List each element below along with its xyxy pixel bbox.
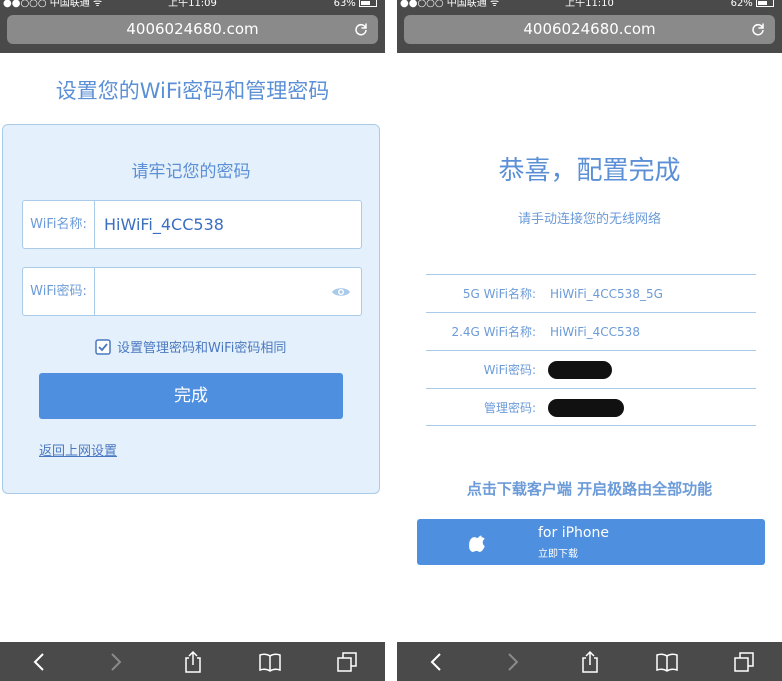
back-icon[interactable] (27, 650, 51, 674)
clock: 上午11:10 (565, 0, 614, 9)
same-password-option[interactable]: 设置管理密码和WiFi密码相同 (95, 337, 286, 356)
password-card: 请牢记您的密码 WiFi名称: HiWiFi_4CC538 WiFi密码: 设置… (2, 124, 380, 494)
battery-percent: 62% (730, 0, 753, 9)
wifi-name-label: WiFi名称: (23, 201, 95, 248)
download-iphone-button[interactable]: for iPhone 立即下载 (417, 519, 765, 565)
wifi-name-field[interactable]: WiFi名称: HiWiFi_4CC538 (22, 200, 362, 249)
redaction-mark (548, 361, 612, 379)
battery-icon (756, 0, 774, 7)
tabs-icon[interactable] (335, 650, 359, 674)
download-promo-text: 点击下载客户端 开启极路由全部功能 (466, 480, 713, 498)
clock: 上午11:09 (168, 0, 217, 9)
browser-toolbar (397, 642, 782, 681)
divider (385, 0, 397, 681)
address-bar[interactable]: 4006024680.com (7, 15, 378, 44)
back-to-network-settings-link[interactable]: 返回上网设置 (39, 440, 117, 459)
iphone-button-sublabel: 立即下载 (538, 549, 578, 560)
redaction-mark (548, 399, 624, 417)
battery-percent: 63% (333, 0, 356, 9)
apple-icon (469, 531, 487, 553)
url-text: 4006024680.com (523, 20, 656, 38)
reload-icon[interactable] (354, 15, 368, 46)
page-title: 设置您的WiFi密码和管理密码 (55, 79, 330, 103)
browser-toolbar (0, 642, 385, 681)
table-row: 管理密码: (426, 388, 756, 426)
bookmarks-icon[interactable] (258, 650, 282, 674)
forward-icon[interactable] (104, 650, 128, 674)
share-icon[interactable] (181, 650, 205, 674)
row-value: HiWiFi_4CC538_5G (550, 287, 663, 301)
browser-top-bar: ●●○○○ 中国联通 ᯤ 上午11:10 62% 4006024680.com (397, 0, 782, 53)
iphone-button-label: for iPhone (538, 525, 609, 541)
battery-indicator: 63% (334, 0, 377, 9)
table-row: 5G WiFi名称: HiWiFi_4CC538_5G (426, 274, 756, 312)
share-icon[interactable] (578, 650, 602, 674)
status-bar: ●●○○○ 中国联通 ᯤ 上午11:09 63% (0, 0, 385, 12)
bookmarks-icon[interactable] (655, 650, 679, 674)
tabs-icon[interactable] (732, 650, 756, 674)
card-title: 请牢记您的密码 (131, 162, 251, 182)
forward-icon[interactable] (501, 650, 525, 674)
eye-icon[interactable] (331, 283, 351, 301)
success-subtitle: 请手动连接您的无线网络 (517, 212, 661, 227)
done-button[interactable]: 完成 (39, 373, 343, 419)
row-value: HiWiFi_4CC538 (550, 325, 640, 339)
checkbox-label: 设置管理密码和WiFi密码相同 (117, 341, 287, 356)
table-row: WiFi密码: (426, 350, 756, 388)
network-info-table: 5G WiFi名称: HiWiFi_4CC538_5G 2.4G WiFi名称:… (426, 274, 756, 426)
wifi-password-label: WiFi密码: (23, 268, 95, 315)
url-text: 4006024680.com (126, 20, 259, 38)
battery-icon (359, 0, 377, 7)
table-row: 2.4G WiFi名称: HiWiFi_4CC538 (426, 312, 756, 350)
reload-icon[interactable] (751, 15, 765, 46)
phone-screen-right: ●●○○○ 中国联通 ᯤ 上午11:10 62% 4006024680.com … (397, 0, 782, 681)
browser-top-bar: ●●○○○ 中国联通 ᯤ 上午11:09 63% 4006024680.com (0, 0, 385, 53)
wifi-name-input[interactable]: HiWiFi_4CC538 (104, 201, 224, 248)
row-label: WiFi密码: (483, 363, 536, 377)
battery-indicator: 62% (731, 0, 774, 9)
back-icon[interactable] (424, 650, 448, 674)
checkbox-icon[interactable] (95, 338, 111, 355)
row-label: 管理密码: (483, 401, 536, 415)
status-bar: ●●○○○ 中国联通 ᯤ 上午11:10 62% (397, 0, 782, 12)
phone-screen-left: ●●○○○ 中国联通 ᯤ 上午11:09 63% 4006024680.com … (0, 0, 385, 681)
row-label: 2.4G WiFi名称: (451, 325, 536, 339)
success-title: 恭喜，配置完成 (498, 156, 681, 186)
address-bar[interactable]: 4006024680.com (404, 15, 775, 44)
row-label: 5G WiFi名称: (462, 287, 536, 301)
wifi-password-field[interactable]: WiFi密码: (22, 267, 362, 316)
